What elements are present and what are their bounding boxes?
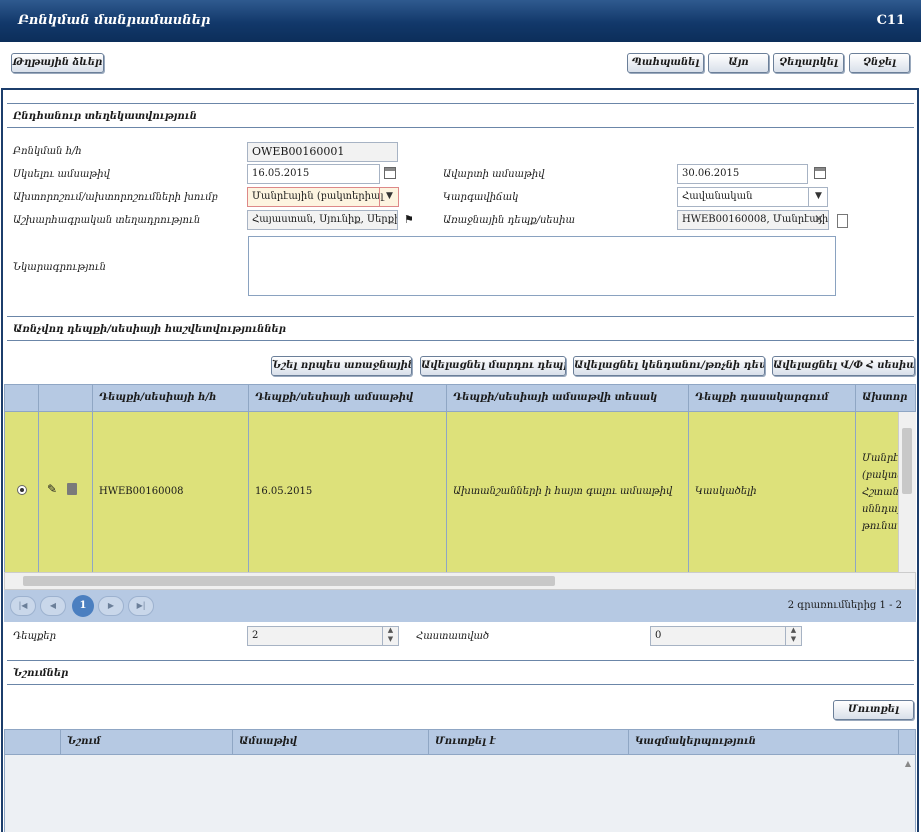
- add-note-button[interactable]: Մուտքել: [833, 700, 914, 720]
- scroll-up-icon[interactable]: ▲: [905, 759, 911, 768]
- calendar-icon[interactable]: [814, 167, 826, 179]
- general-section-title: Ընդհանուր տեղեկատվություն: [13, 111, 197, 122]
- end-date-label: Ավարտի ամսաթիվ: [443, 169, 545, 180]
- diagnosis-group-value: Մանրէային (բակտերիալ: [252, 191, 384, 202]
- end-date-input[interactable]: 30.06.2015: [677, 164, 808, 184]
- notes-grid-header: Նշում Ամսաթիվ Մուտքել է Կազմակերպություն: [4, 729, 916, 755]
- status-value: Հավանական: [682, 191, 753, 202]
- col-organization[interactable]: Կազմակերպություն: [629, 730, 899, 754]
- section-divider: [7, 340, 914, 341]
- prev-page-icon[interactable]: ◀: [40, 596, 66, 616]
- cell-case-id: HWEB00160008: [93, 412, 249, 572]
- print-forms-button[interactable]: Թղթային ձևեր: [11, 53, 104, 73]
- col-diagnosis[interactable]: Ախտոր: [856, 385, 917, 411]
- diagnosis-group-label: Ախտորոշում/ախտորոշումների խումբ: [13, 192, 218, 203]
- section-divider: [7, 684, 914, 685]
- edit-icon[interactable]: ✎: [47, 482, 57, 496]
- cell-case-date: 16.05.2015: [249, 412, 447, 572]
- cases-count-label: Դեպքեր: [13, 631, 57, 642]
- window-title: Բոնկման մանրամասներ: [18, 13, 211, 28]
- cancel-button[interactable]: Չեղարկել: [773, 53, 844, 73]
- outbreak-no-field: OWEB00160001: [247, 142, 398, 162]
- primary-case-label: Առաջնային դեպք/սեսիա: [443, 215, 575, 226]
- row-radio[interactable]: [17, 485, 27, 495]
- table-row[interactable]: ✎ HWEB00160008 16.05.2015 Ախտանշանների ի…: [4, 412, 899, 572]
- trash-icon[interactable]: [67, 483, 77, 495]
- form-code: C11: [876, 13, 905, 28]
- mark-primary-button[interactable]: Նշել որպես առաջնային: [271, 356, 412, 376]
- row-select-cell: [5, 412, 39, 572]
- col-case-date[interactable]: Դեպքի/սեսիայի ամսաթիվ: [249, 385, 447, 411]
- col-note[interactable]: Նշում: [61, 730, 233, 754]
- grid-pager: |◀ ◀ 1 ▶ ▶| 2 գրառումներից 1 - 2: [4, 590, 916, 622]
- document-icon[interactable]: [837, 214, 848, 228]
- vertical-scrollbar[interactable]: [898, 412, 916, 572]
- confirmed-field: 0: [650, 626, 802, 646]
- calendar-icon[interactable]: [384, 167, 396, 179]
- stepper-icon: ▲ ▼: [785, 626, 801, 646]
- notes-section-title: Նշումներ: [13, 668, 69, 679]
- col-case-id[interactable]: Դեպքի/սեսիայի հ/հ: [93, 385, 249, 411]
- col-note-date[interactable]: Ամսաթիվ: [233, 730, 429, 754]
- add-vet-case-button[interactable]: Ավելացնել կենդանու/թռչնի դեպք: [573, 356, 765, 376]
- outbreak-no-label: Բոնկման հ/հ: [13, 146, 82, 157]
- chevron-down-icon[interactable]: ▼: [808, 187, 828, 207]
- section-divider: [7, 103, 914, 104]
- pager-summary: 2 գրառումներից 1 - 2: [787, 600, 902, 611]
- cases-grid-header: Դեպքի/սեսիայի հ/հ Դեպքի/սեսիայի ամսաթիվ …: [4, 384, 916, 412]
- col-date-type[interactable]: Դեպքի/սեսիայի ամսաթվի տեսակ: [447, 385, 689, 411]
- clear-icon[interactable]: ✕: [814, 212, 824, 226]
- diagnosis-group-select[interactable]: Մանրէային (բակտերիալ: [247, 187, 399, 207]
- grid-header-cell: [5, 385, 39, 411]
- col-classification[interactable]: Դեպքի դասակարգում: [689, 385, 856, 411]
- add-session-button[interactable]: Ավելացնել Վ/Փ Հ սեսիա: [772, 356, 915, 376]
- last-page-icon[interactable]: ▶|: [128, 596, 154, 616]
- status-select[interactable]: Հավանական: [677, 187, 828, 207]
- cell-date-type: Ախտանշանների ի հայտ գալու ամսաթիվ: [447, 412, 689, 572]
- col-entered-by[interactable]: Մուտքել է: [429, 730, 629, 754]
- cases-section-title: Առնչվող դեպքի/սեսիայի հաշվետվություններ: [13, 324, 287, 335]
- save-button[interactable]: Պահպանել: [627, 53, 704, 73]
- grid-header-cell: [39, 385, 93, 411]
- cell-diagnosis: Մանրէ (բակտե Հշտանկ սննդայ թունավ: [862, 453, 899, 532]
- flag-icon[interactable]: ⚑: [404, 213, 414, 226]
- notes-grid-body: ▲: [4, 755, 916, 832]
- confirmed-label: Հաստատված: [416, 631, 490, 642]
- description-textarea[interactable]: [248, 236, 836, 296]
- section-divider: [7, 316, 914, 317]
- grid-header-cell: [5, 730, 61, 754]
- description-label: Նկարագրություն: [13, 262, 107, 273]
- section-divider: [7, 127, 914, 128]
- chevron-down-icon[interactable]: ▼: [379, 187, 399, 207]
- start-date-input[interactable]: 16.05.2015: [247, 164, 380, 184]
- delete-button[interactable]: Չնջել: [849, 53, 910, 73]
- primary-case-field[interactable]: HWEB00160008, Մանրէայի: [677, 210, 829, 230]
- next-page-icon[interactable]: ▶: [98, 596, 124, 616]
- cases-count-field: 2: [247, 626, 399, 646]
- horizontal-scrollbar[interactable]: [4, 572, 916, 590]
- primary-case-value: HWEB00160008, Մանրէայի: [682, 214, 829, 225]
- scrollbar-thumb[interactable]: [23, 576, 555, 586]
- status-label: Կարգավիճակ: [443, 192, 519, 203]
- window-titlebar: Բոնկման մանրամասներ C11: [0, 0, 921, 42]
- row-actions-cell: ✎: [39, 412, 93, 572]
- start-date-label: Սկսելու ամսաթիվ: [13, 169, 110, 180]
- location-field[interactable]: Հայաստան, Սյունիք, Սերքի: [247, 210, 398, 230]
- add-human-case-button[interactable]: Ավելացնել մարդու դեպք: [420, 356, 566, 376]
- ok-button[interactable]: Այո: [708, 53, 769, 73]
- current-page[interactable]: 1: [72, 595, 94, 617]
- first-page-icon[interactable]: |◀: [10, 596, 36, 616]
- section-divider: [7, 660, 914, 661]
- location-label: Աշխարհագրական տեղադրություն: [13, 215, 201, 226]
- stepper-icon: ▲ ▼: [382, 626, 398, 646]
- scrollbar-thumb[interactable]: [902, 428, 912, 494]
- cell-classification: Կասկածելի: [689, 412, 856, 572]
